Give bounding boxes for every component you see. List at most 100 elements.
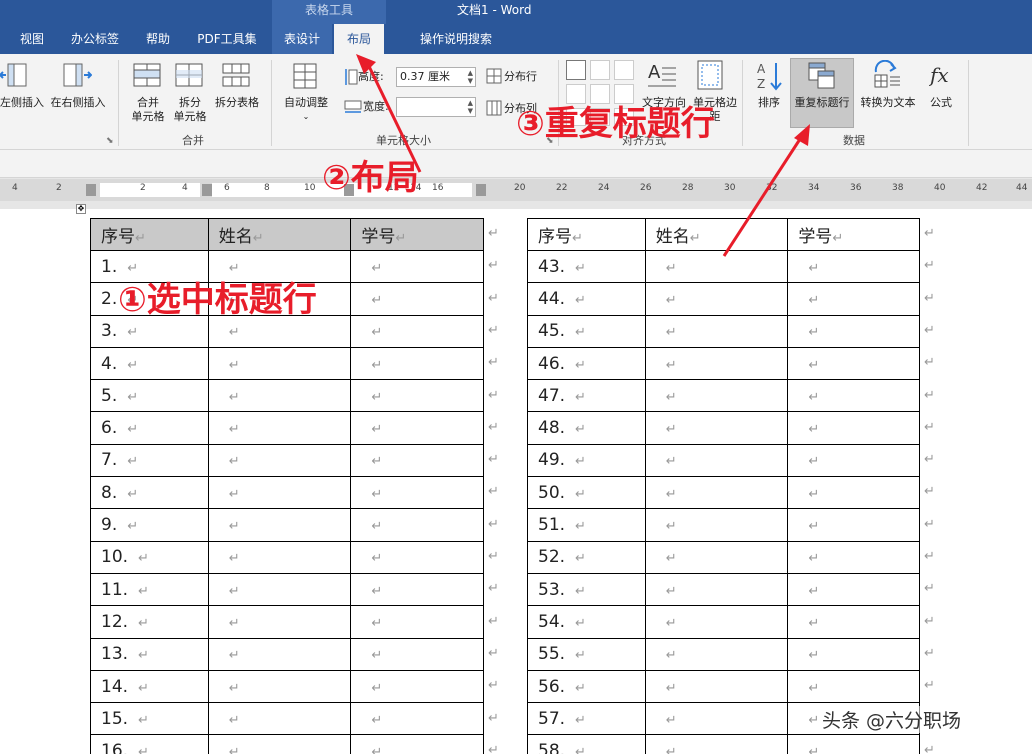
table-header-row[interactable]: 序号↵ 姓名↵ 学号↵ bbox=[90, 218, 484, 251]
table-row[interactable]: 43. ↵ ↵ ↵ bbox=[527, 249, 920, 284]
table-row[interactable]: 54. ↵ ↵ ↵ bbox=[527, 605, 920, 639]
tab-pdf-tools[interactable]: PDF工具集 bbox=[188, 24, 266, 54]
table-cell[interactable]: ↵ bbox=[350, 443, 484, 478]
table-cell[interactable]: ↵ bbox=[207, 508, 352, 542]
table-cell[interactable]: ↵ bbox=[644, 379, 789, 413]
table-cell[interactable]: ↵ bbox=[787, 605, 920, 639]
table-cell[interactable]: 47. ↵ bbox=[527, 379, 646, 413]
table-cell[interactable]: ↵ bbox=[644, 605, 789, 639]
row-height-input[interactable]: 0.37 厘米 ▲ ▼ bbox=[396, 67, 476, 87]
table-row[interactable]: 6. ↵ ↵ ↵ bbox=[90, 411, 484, 445]
table-cell[interactable]: 9. ↵ bbox=[90, 508, 209, 542]
table-cell[interactable]: ↵ bbox=[350, 249, 484, 284]
table-cell[interactable]: 7. ↵ bbox=[90, 443, 209, 478]
table-cell[interactable]: ↵ bbox=[787, 572, 920, 607]
header-cell[interactable]: 姓名↵ bbox=[644, 218, 789, 251]
table-cell[interactable]: 53. ↵ bbox=[527, 572, 646, 607]
table-row[interactable]: 4. ↵ ↵ ↵ bbox=[90, 346, 484, 381]
table-row[interactable]: 47. ↵ ↵ ↵ bbox=[527, 379, 920, 413]
table-cell[interactable]: 8. ↵ bbox=[90, 476, 209, 510]
table-cell[interactable]: ↵ bbox=[207, 605, 352, 639]
table-cell[interactable]: ↵ bbox=[350, 411, 484, 445]
table-cell[interactable]: ↵ bbox=[787, 476, 920, 510]
table-cell[interactable]: ↵ bbox=[207, 669, 352, 704]
table-row[interactable]: 45. ↵ ↵ ↵ bbox=[527, 314, 920, 348]
ruler-column-marker[interactable] bbox=[202, 184, 212, 196]
table-cell[interactable]: ↵ bbox=[644, 669, 789, 704]
tell-me-search[interactable]: 操作说明搜索 bbox=[420, 24, 506, 54]
insert-left-button[interactable]: 左侧插入 bbox=[0, 96, 44, 110]
spin-down-icon[interactable]: ▼ bbox=[468, 77, 473, 85]
table-cell[interactable]: 46. ↵ bbox=[527, 346, 646, 381]
table-cell[interactable]: ↵ bbox=[787, 669, 920, 704]
table-cell[interactable]: ↵ bbox=[350, 346, 484, 381]
tab-table-design[interactable]: 表设计 bbox=[272, 24, 332, 54]
tab-layout[interactable]: 布局 bbox=[334, 24, 384, 54]
split-cells-button[interactable]: 拆分 单元格 bbox=[170, 96, 210, 124]
table-cell[interactable]: 56. ↵ bbox=[527, 669, 646, 704]
table-cell[interactable]: ↵ bbox=[644, 734, 789, 754]
table-row[interactable]: 49. ↵ ↵ ↵ bbox=[527, 443, 920, 478]
table-cell[interactable]: 54. ↵ bbox=[527, 605, 646, 639]
table-row[interactable]: 50. ↵ ↵ ↵ bbox=[527, 476, 920, 510]
table-cell[interactable]: 14. ↵ bbox=[90, 669, 209, 704]
table-cell[interactable]: 10. ↵ bbox=[90, 540, 209, 574]
table-cell[interactable]: ↵ bbox=[350, 508, 484, 542]
align-top-left-icon[interactable] bbox=[566, 60, 586, 80]
table-cell[interactable]: ↵ bbox=[787, 734, 920, 754]
table-cell[interactable]: ↵ bbox=[207, 540, 352, 574]
table-cell[interactable]: 11. ↵ bbox=[90, 572, 209, 607]
table-cell[interactable]: 4. ↵ bbox=[90, 346, 209, 381]
table-cell[interactable]: ↵ bbox=[644, 702, 789, 736]
column-width-input[interactable]: ▲ ▼ bbox=[396, 97, 476, 117]
table-cell[interactable]: 52. ↵ bbox=[527, 540, 646, 574]
table-cell[interactable]: ↵ bbox=[207, 346, 352, 381]
table-cell[interactable]: 16. ↵ bbox=[90, 734, 209, 754]
table-cell[interactable]: ↵ bbox=[207, 702, 352, 736]
table-row[interactable]: 58. ↵ ↵ ↵ bbox=[527, 734, 920, 754]
table-cell[interactable]: ↵ bbox=[644, 508, 789, 542]
table-cell[interactable]: ↵ bbox=[644, 282, 789, 316]
table-cell[interactable]: ↵ bbox=[787, 508, 920, 542]
table-row[interactable]: 13. ↵ ↵ ↵ bbox=[90, 637, 484, 671]
table-row[interactable]: 10. ↵ ↵ ↵ bbox=[90, 540, 484, 574]
table-cell[interactable]: ↵ bbox=[787, 411, 920, 445]
insert-right-button[interactable]: 在右侧插入 bbox=[46, 96, 110, 110]
table-cell[interactable]: ↵ bbox=[207, 411, 352, 445]
table-row[interactable]: 56. ↵ ↵ ↵ bbox=[527, 669, 920, 704]
ruler-column-marker[interactable] bbox=[476, 184, 486, 196]
table-cell[interactable]: 43. ↵ bbox=[527, 249, 646, 284]
table-cell[interactable]: 12. ↵ bbox=[90, 605, 209, 639]
table-row[interactable]: 7. ↵ ↵ ↵ bbox=[90, 443, 484, 478]
table-cell[interactable]: ↵ bbox=[644, 572, 789, 607]
table-cell[interactable]: 51. ↵ bbox=[527, 508, 646, 542]
repeat-header-rows-button[interactable]: 重复标题行 bbox=[790, 96, 854, 110]
spin-up-icon[interactable]: ▲ bbox=[468, 99, 473, 107]
table-cell[interactable]: ↵ bbox=[350, 637, 484, 671]
table-cell[interactable]: 44. ↵ bbox=[527, 282, 646, 316]
table-cell[interactable]: ↵ bbox=[787, 637, 920, 671]
table-cell[interactable]: ↵ bbox=[644, 314, 789, 348]
table-cell[interactable]: ↵ bbox=[787, 540, 920, 574]
tab-view[interactable]: 视图 bbox=[8, 24, 56, 54]
table-right[interactable]: 序号↵ 姓名↵ 学号↵ 43. ↵ ↵ ↵ 44. ↵ ↵ ↵ 45. ↵ ↵ ↵ 46. ↵ ↵ ↵ 47. ↵ ↵ ↵ 4… bbox=[527, 218, 920, 754]
table-row[interactable]: 51. ↵ ↵ ↵ bbox=[527, 508, 920, 542]
table-cell[interactable]: ↵ bbox=[350, 605, 484, 639]
table-cell[interactable]: 49. ↵ bbox=[527, 443, 646, 478]
tab-office-tabs[interactable]: 办公标签 bbox=[62, 24, 128, 54]
table-cell[interactable]: 6. ↵ bbox=[90, 411, 209, 445]
table-cell[interactable]: 45. ↵ bbox=[527, 314, 646, 348]
horizontal-ruler[interactable]: 4 2 2 4 6 8 10 12 14 16 20 22 24 26 28 3… bbox=[0, 179, 1032, 201]
sort-button[interactable]: 排序 bbox=[752, 96, 786, 110]
table-cell[interactable]: ↵ bbox=[207, 734, 352, 754]
table-cell[interactable]: 15. ↵ bbox=[90, 702, 209, 736]
header-cell[interactable]: 学号↵ bbox=[350, 218, 484, 251]
table-cell[interactable]: ↵ bbox=[350, 572, 484, 607]
table-cell[interactable]: ↵ bbox=[644, 476, 789, 510]
table-row[interactable]: 9. ↵ ↵ ↵ bbox=[90, 508, 484, 542]
align-top-center-icon[interactable] bbox=[590, 60, 610, 80]
table-row[interactable]: 16. ↵ ↵ ↵ bbox=[90, 734, 484, 754]
table-cell[interactable]: ↵ bbox=[350, 540, 484, 574]
table-cell[interactable]: ↵ bbox=[350, 314, 484, 348]
table-row[interactable]: 48. ↵ ↵ ↵ bbox=[527, 411, 920, 445]
